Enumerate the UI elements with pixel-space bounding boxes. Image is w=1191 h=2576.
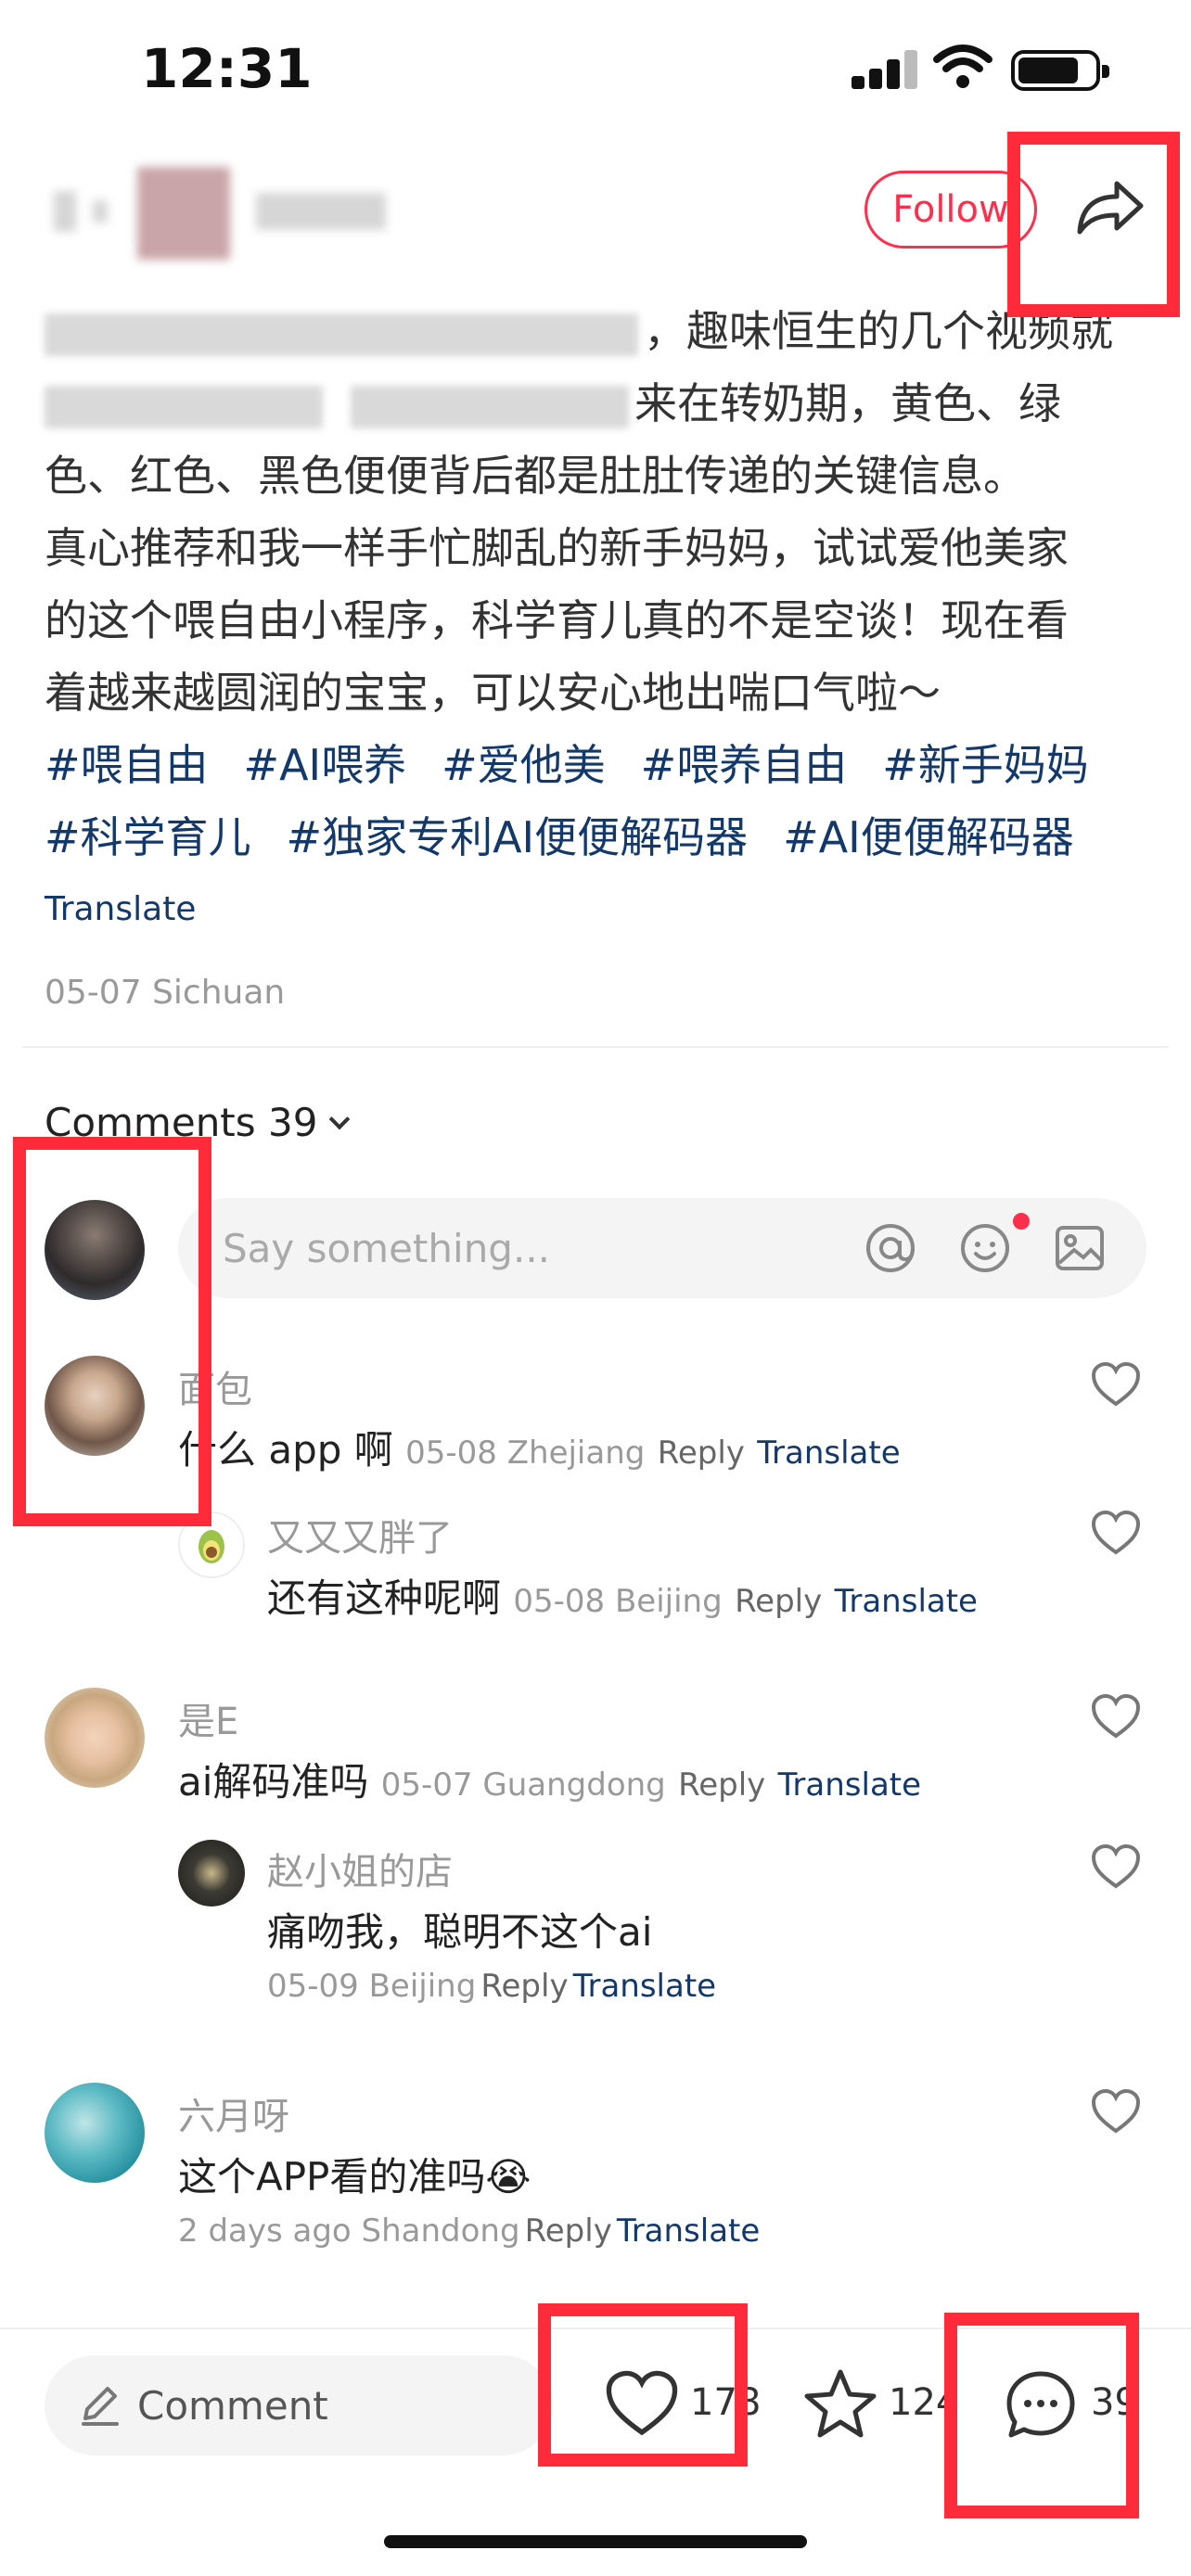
post-line: 真心推荐和我一样手忙脚乱的新手妈妈，试试爱他美家 [45, 523, 1069, 573]
star-icon [804, 2369, 877, 2438]
heart-icon[interactable] [1091, 1843, 1141, 1890]
comment-body[interactable]: ai解码准吗 05-07 Guangdong Reply Translate [178, 1751, 921, 1807]
reply-text: 还有这种呢啊 [267, 1575, 502, 1621]
favorite-button[interactable]: 124 [803, 2368, 961, 2442]
reply-meta-row: 05-09 Beijing Reply Translate [267, 1968, 716, 2005]
post-line: 的这个喂自由小程序，科学育儿真的不是空谈！现在看 [45, 595, 1069, 645]
blurred-text [45, 312, 638, 356]
wifi-icon [933, 45, 992, 88]
annotation-box-share [1007, 132, 1180, 317]
hashtag[interactable]: #AI便便解码器 [783, 812, 1074, 862]
reply-button[interactable]: Reply [525, 2213, 612, 2250]
comment-meta: 05-07 Guangdong [380, 1766, 666, 1804]
comment-body[interactable]: 什么 app 啊 05-08 Zhejiang Reply Translate [178, 1419, 901, 1475]
hashtag[interactable]: #新手妈妈 [882, 740, 1089, 790]
status-bar: 12:31 [0, 0, 1191, 139]
post-line: 来在转奶期，黄色、绿 [634, 378, 1061, 428]
comment-meta-row: 2 days ago Shandong Reply Translate [178, 2213, 760, 2250]
notification-dot [1013, 1213, 1030, 1230]
battery-icon [1011, 50, 1109, 91]
pencil-icon [82, 2387, 119, 2426]
hashtag[interactable]: #喂养自由 [641, 740, 848, 790]
author-avatar [137, 167, 230, 260]
comment-input[interactable]: Say something... [178, 1198, 1146, 1298]
translate-link[interactable]: Translate [573, 1968, 716, 2005]
post-date-location: 05-07 Sichuan [45, 974, 286, 1012]
hashtag[interactable]: #爱他美 [442, 740, 606, 790]
reply-button[interactable]: Reply [678, 1766, 765, 1804]
post-text: ，趣味恒生的几个视频就 来在转奶期，黄色、绿 色、红色、黑色便便背后都是肚肚传递… [45, 295, 1158, 729]
hashtag[interactable]: #喂自由 [45, 740, 209, 790]
translate-post-link[interactable]: Translate [45, 890, 196, 928]
reply-meta: 05-08 Beijing [513, 1583, 723, 1620]
translate-link[interactable]: Translate [778, 1766, 921, 1804]
comment-author[interactable]: 是E [178, 1691, 238, 1745]
post-line: 色、红色、黑色便便背后都是肚肚传递的关键信息。 [45, 451, 1026, 501]
reply-button[interactable]: Reply [735, 1583, 822, 1620]
annotation-box-comments [944, 2313, 1139, 2519]
comment-field[interactable]: Comment [45, 2355, 553, 2455]
translate-link[interactable]: Translate [757, 1435, 900, 1472]
reply-text[interactable]: 痛吻我，聪明不这个ai [267, 1901, 652, 1958]
image-icon[interactable] [1054, 1222, 1106, 1274]
emoji-icon[interactable] [959, 1222, 1011, 1274]
comment-meta: 05-08 Zhejiang [405, 1435, 646, 1472]
heart-icon[interactable] [1091, 1693, 1141, 1740]
comment-text[interactable]: 这个APP看的准吗😭 [178, 2146, 531, 2202]
home-indicator[interactable] [384, 2535, 807, 2548]
blurred-text [351, 385, 629, 428]
reply-body[interactable]: 还有这种呢啊 05-08 Beijing Reply Translate [267, 1567, 978, 1624]
blurred-text [45, 385, 323, 428]
translate-link[interactable]: Translate [835, 1583, 978, 1620]
comment-author[interactable]: 六月呀 [178, 2086, 289, 2140]
avatar[interactable] [178, 1840, 245, 1906]
annotation-box-like [538, 2303, 748, 2467]
heart-icon[interactable] [1091, 1510, 1141, 1556]
hashtag[interactable]: #科学育儿 [45, 812, 251, 862]
reply-button[interactable]: Reply [658, 1435, 745, 1472]
avatar[interactable] [45, 2083, 145, 2183]
comment-meta: 2 days ago Shandong [178, 2213, 520, 2250]
post-line: 着越来越圆润的宝宝，可以安心地出喘口气啦～ [45, 668, 941, 718]
comment-text: ai解码准吗 [178, 1759, 369, 1804]
author-info-blurred[interactable] [37, 167, 390, 260]
heart-icon[interactable] [1091, 1361, 1141, 1408]
reply-meta: 05-09 Beijing [267, 1968, 477, 2005]
signal-icon [852, 46, 918, 89]
avatar[interactable] [45, 1688, 145, 1788]
heart-icon[interactable] [1091, 2088, 1141, 2135]
reply-author[interactable]: 又又又胖了 [267, 1508, 453, 1562]
comment-field-label: Comment [137, 2383, 328, 2429]
divider [22, 1046, 1169, 1048]
reply-button[interactable]: Reply [480, 1968, 568, 2005]
reply-author[interactable]: 赵小姐的店 [267, 1842, 453, 1895]
chevron-down-icon [329, 1108, 351, 1130]
input-placeholder: Say something... [223, 1226, 551, 1271]
hashtags: #喂自由 #AI喂养 #爱他美 #喂养自由 #新手妈妈 #科学育儿 #独家专利AI便便解码… [45, 729, 1158, 874]
mention-icon[interactable] [864, 1222, 916, 1274]
translate-link[interactable]: Translate [617, 2213, 760, 2250]
hashtag[interactable]: #独家专利AI便便解码器 [287, 812, 749, 862]
status-time: 12:31 [141, 37, 313, 100]
hashtag[interactable]: #AI喂养 [244, 740, 407, 790]
annotation-box-avatars [13, 1137, 211, 1526]
